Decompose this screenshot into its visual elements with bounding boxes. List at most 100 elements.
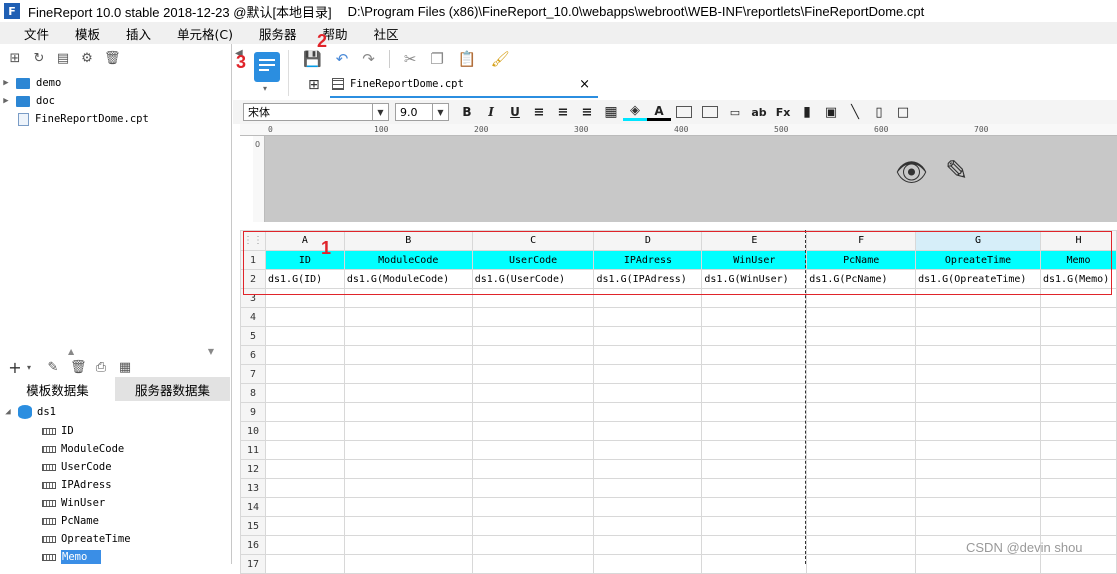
row-header[interactable]: 11	[240, 440, 266, 460]
new-folder-icon[interactable]: ⊞	[8, 51, 22, 66]
cell[interactable]	[343, 440, 473, 460]
row-header[interactable]: 16	[240, 535, 266, 555]
cell[interactable]: ModuleCode	[343, 250, 473, 270]
cell[interactable]	[265, 345, 345, 365]
cell[interactable]	[593, 554, 703, 574]
cell[interactable]: IPAdress	[593, 250, 703, 270]
cell[interactable]	[593, 535, 703, 555]
cell[interactable]	[471, 402, 595, 422]
cell[interactable]	[343, 421, 473, 441]
column-header-h[interactable]: H	[1039, 230, 1117, 251]
cell[interactable]	[265, 326, 345, 346]
cell[interactable]	[265, 535, 345, 555]
cell[interactable]	[915, 497, 1041, 517]
row-header[interactable]: 5	[240, 326, 266, 346]
column-header-d[interactable]: D	[593, 230, 703, 251]
row-header[interactable]: 7	[240, 364, 266, 384]
cell[interactable]: Memo	[1039, 250, 1117, 270]
cell[interactable]	[701, 535, 808, 555]
column-header-b[interactable]: B	[343, 230, 473, 251]
cell[interactable]	[806, 440, 917, 460]
cell[interactable]	[1039, 364, 1117, 384]
cell[interactable]	[471, 288, 595, 308]
cell[interactable]	[701, 497, 808, 517]
insert-string-icon[interactable]: ab	[747, 106, 771, 119]
cell[interactable]: ID	[265, 250, 345, 270]
cell[interactable]	[265, 459, 345, 479]
cell[interactable]	[1039, 345, 1117, 365]
cell[interactable]	[471, 307, 595, 327]
row-header[interactable]: 10	[240, 421, 266, 441]
cell[interactable]	[806, 364, 917, 384]
cell[interactable]	[593, 307, 703, 327]
cell[interactable]	[915, 345, 1041, 365]
dropdown-arrow-icon[interactable]: ▾	[263, 84, 267, 93]
cell[interactable]	[265, 478, 345, 498]
cell[interactable]	[1039, 326, 1117, 346]
select-all-corner-icon[interactable]: ⋮⋮	[240, 230, 266, 251]
cell[interactable]	[265, 421, 345, 441]
align-left-icon[interactable]: ≡	[527, 105, 551, 120]
cell[interactable]	[343, 326, 473, 346]
column-header-e[interactable]: E	[701, 230, 808, 251]
template-preview-icon[interactable]	[254, 52, 280, 82]
cell[interactable]	[471, 497, 595, 517]
row-header[interactable]: 6	[240, 345, 266, 365]
cell[interactable]	[471, 516, 595, 536]
cell[interactable]	[915, 288, 1041, 308]
row-header[interactable]: 4	[240, 307, 266, 327]
undo-icon[interactable]: ↶	[336, 50, 349, 68]
insert-chart-icon[interactable]: ▮	[795, 104, 819, 120]
save-icon[interactable]: 💾	[303, 50, 322, 68]
bold-icon[interactable]: B	[455, 105, 479, 119]
refresh-icon[interactable]: ↻	[32, 51, 46, 66]
row-header[interactable]: 1	[240, 250, 266, 270]
cell[interactable]	[265, 516, 345, 536]
underline-icon[interactable]: U	[503, 105, 527, 119]
cell[interactable]	[1039, 478, 1117, 498]
cell[interactable]	[343, 307, 473, 327]
cell[interactable]	[265, 364, 345, 384]
italic-icon[interactable]: I	[479, 105, 503, 119]
column-header-f[interactable]: F	[806, 230, 917, 251]
font-size-select[interactable]: 9.0 ▼	[395, 103, 449, 121]
cell[interactable]	[471, 383, 595, 403]
cell[interactable]	[806, 288, 917, 308]
cell[interactable]	[701, 554, 808, 574]
cell[interactable]	[915, 440, 1041, 460]
cell[interactable]	[343, 535, 473, 555]
tab-template-dataset[interactable]: 模板数据集	[0, 377, 115, 401]
cell[interactable]	[806, 307, 917, 327]
column-header-g[interactable]: G	[915, 230, 1041, 251]
cell[interactable]	[806, 421, 917, 441]
row-header[interactable]: 2	[240, 269, 266, 289]
cell[interactable]	[471, 421, 595, 441]
field-item[interactable]: UserCode	[0, 458, 230, 476]
align-center-icon[interactable]: ≡	[551, 105, 575, 120]
row-header[interactable]: 12	[240, 459, 266, 479]
cell[interactable]	[701, 516, 808, 536]
row-header[interactable]: 13	[240, 478, 266, 498]
cell[interactable]	[343, 478, 473, 498]
row-header[interactable]: 14	[240, 497, 266, 517]
more-icon[interactable]: □	[891, 105, 915, 120]
font-family-select[interactable]: 宋体 ▼	[243, 103, 389, 121]
cell[interactable]	[265, 288, 345, 308]
close-tab-icon[interactable]: ×	[579, 77, 590, 92]
fill-color-icon[interactable]: ◈	[623, 103, 647, 121]
row-header[interactable]: 15	[240, 516, 266, 536]
cell[interactable]	[701, 364, 808, 384]
cell[interactable]	[265, 554, 345, 574]
cell[interactable]	[1039, 383, 1117, 403]
row-header[interactable]: 9	[240, 402, 266, 422]
cell[interactable]: ds1.G(WinUser)	[701, 269, 808, 289]
cell[interactable]	[593, 421, 703, 441]
delete-icon[interactable]: 🗑	[70, 360, 87, 375]
cell[interactable]	[701, 288, 808, 308]
cell[interactable]	[806, 478, 917, 498]
cell[interactable]	[1039, 288, 1117, 308]
row-header[interactable]: 3	[240, 288, 266, 308]
cell[interactable]	[701, 478, 808, 498]
cell[interactable]	[915, 326, 1041, 346]
cell[interactable]	[593, 345, 703, 365]
